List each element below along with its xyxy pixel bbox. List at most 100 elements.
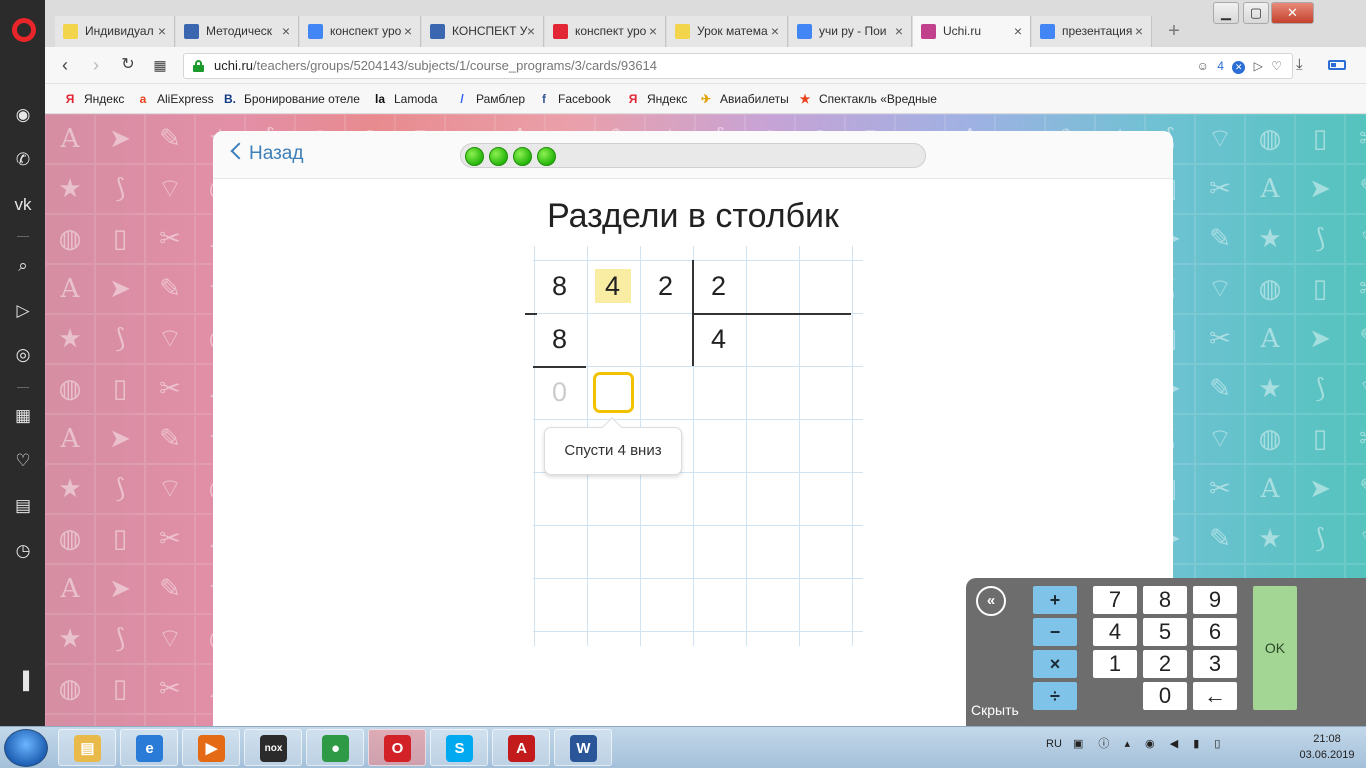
tab-close-icon[interactable]: × bbox=[404, 16, 412, 47]
reload-button[interactable]: ↻ bbox=[117, 55, 139, 77]
key-5[interactable]: 5 bbox=[1143, 618, 1187, 646]
vpn-icon[interactable]: ☺ bbox=[1197, 54, 1209, 78]
back-nav-button[interactable]: ‹ bbox=[54, 55, 76, 77]
speed-dial-button[interactable]: ▦ bbox=[149, 55, 171, 77]
taskbar-opera-button[interactable]: O bbox=[368, 729, 426, 766]
tab-close-icon[interactable]: × bbox=[649, 16, 657, 47]
tab-close-icon[interactable]: × bbox=[1135, 16, 1143, 47]
vk-icon[interactable]: vk bbox=[12, 194, 34, 216]
language-indicator[interactable]: RU bbox=[1046, 738, 1062, 750]
camera-icon[interactable]: ◎ bbox=[12, 344, 34, 366]
browser-tab[interactable]: конспект уро × bbox=[300, 16, 421, 47]
search-icon[interactable]: ⌕ bbox=[12, 255, 34, 277]
browser-tab[interactable]: Uchi.ru × bbox=[913, 16, 1031, 47]
bookmark-item[interactable]: a AliExpress bbox=[135, 89, 214, 109]
key-backspace[interactable]: ← bbox=[1193, 682, 1237, 710]
key-minus[interactable]: − bbox=[1033, 618, 1077, 646]
taskbar-chrome-button[interactable]: ● bbox=[306, 729, 364, 766]
taskbar-internet-explorer-button[interactable]: e bbox=[120, 729, 178, 766]
bookmark-item[interactable]: Я Яндекс bbox=[62, 89, 125, 109]
speed-dial-icon[interactable]: ▦ bbox=[12, 405, 34, 427]
bookmark-item[interactable]: B. Бронирование отеле bbox=[222, 89, 360, 109]
bookmark-item[interactable]: ✈ Авиабилеты bbox=[698, 89, 789, 109]
pattern-decoration-icon: A bbox=[45, 414, 95, 464]
browser-tab[interactable]: конспект уро × bbox=[545, 16, 666, 47]
heart-icon[interactable]: ♡ bbox=[12, 450, 34, 472]
tab-close-icon[interactable]: × bbox=[527, 16, 535, 47]
history-icon[interactable]: ◷ bbox=[12, 540, 34, 562]
forward-nav-button[interactable]: › bbox=[85, 55, 107, 77]
news-icon[interactable]: ▤ bbox=[12, 495, 34, 517]
sidebar-toggle-icon[interactable]: ▐ bbox=[12, 670, 34, 692]
extension-count[interactable]: 4 bbox=[1217, 54, 1224, 78]
url-input[interactable]: uchi.ru/teachers/groups/5204143/subjects… bbox=[183, 53, 1293, 79]
browser-tab[interactable]: КОНСПЕКТ У × bbox=[422, 16, 544, 47]
key-8[interactable]: 8 bbox=[1143, 586, 1187, 614]
bookmark-label: AliExpress bbox=[157, 92, 214, 106]
send-icon[interactable]: ▷ bbox=[12, 300, 34, 322]
tab-close-icon[interactable]: × bbox=[895, 16, 903, 47]
battery-saver-icon[interactable] bbox=[1328, 60, 1346, 70]
whatsapp-icon[interactable]: ✆ bbox=[12, 149, 34, 171]
share-icon[interactable]: ▷ bbox=[1254, 54, 1263, 78]
heart-bookmark-icon[interactable]: ♡ bbox=[1271, 54, 1282, 78]
bookmarks-bar: Я Яндекс a AliExpress B. Бронирование отеле la… bbox=[45, 84, 1366, 114]
download-icon[interactable]: ⤓ bbox=[1296, 56, 1303, 73]
tab-close-icon[interactable]: × bbox=[282, 16, 290, 47]
taskbar-acrobat-button[interactable]: A bbox=[492, 729, 550, 766]
tab-close-icon[interactable]: × bbox=[1014, 16, 1022, 47]
messenger-icon[interactable]: ◉ bbox=[12, 104, 34, 126]
hide-keypad-button[interactable]: Скрыть bbox=[971, 702, 1019, 718]
new-tab-button[interactable]: + bbox=[1161, 18, 1187, 44]
back-button[interactable]: Назад bbox=[230, 142, 303, 165]
key-7[interactable]: 7 bbox=[1093, 586, 1137, 614]
browser-tab[interactable]: презентация × bbox=[1032, 16, 1152, 47]
pattern-decoration-icon: ▯ bbox=[95, 364, 145, 414]
pattern-decoration-icon: ✂ bbox=[1195, 464, 1245, 514]
opera-icon: O bbox=[384, 735, 411, 762]
bookmark-item[interactable]: / Рамблер bbox=[454, 89, 525, 109]
taskbar-media-player-button[interactable]: ▶ bbox=[182, 729, 240, 766]
pattern-decoration-icon: ✂ bbox=[1345, 114, 1366, 164]
key-1[interactable]: 1 bbox=[1093, 650, 1137, 678]
tab-close-icon[interactable]: × bbox=[771, 16, 779, 47]
collapse-keypad-icon[interactable]: « bbox=[976, 586, 1006, 616]
clock[interactable]: 21:08 03.06.2019 bbox=[1292, 731, 1362, 763]
browser-tab[interactable]: Методическ × bbox=[176, 16, 299, 47]
key-6[interactable]: 6 bbox=[1193, 618, 1237, 646]
key-2[interactable]: 2 bbox=[1143, 650, 1187, 678]
adblock-shield-icon[interactable]: ✕ bbox=[1232, 61, 1246, 74]
start-button[interactable] bbox=[4, 729, 48, 767]
browser-tab[interactable]: Урок матема × bbox=[667, 16, 788, 47]
browser-tab[interactable]: учи ру - Пои × bbox=[789, 16, 912, 47]
tray-icons[interactable]: ▣ ⓘ ▴ ◉ ◀ ▮ ▯ bbox=[1073, 738, 1226, 750]
tab-label: Урок матема bbox=[697, 24, 768, 38]
key-0[interactable]: 0 bbox=[1143, 682, 1187, 710]
key-plus[interactable]: + bbox=[1033, 586, 1077, 614]
key-divide[interactable]: ÷ bbox=[1033, 682, 1077, 710]
opera-logo-icon[interactable] bbox=[12, 18, 36, 42]
bookmark-item[interactable]: la Lamoda bbox=[372, 89, 437, 109]
taskbar-skype-button[interactable]: S bbox=[430, 729, 488, 766]
bookmark-item[interactable]: Я Яндекс bbox=[625, 89, 688, 109]
ok-button[interactable]: OK bbox=[1253, 586, 1297, 710]
taskbar-explorer-button[interactable]: ▤ bbox=[58, 729, 116, 766]
aliexpress-icon: a bbox=[139, 92, 147, 106]
bookmark-item[interactable]: f Facebook bbox=[536, 89, 611, 109]
close-window-button[interactable]: ✕ bbox=[1271, 2, 1314, 24]
tab-close-icon[interactable]: × bbox=[158, 16, 166, 47]
media-player-icon: ▶ bbox=[198, 735, 225, 762]
key-3[interactable]: 3 bbox=[1193, 650, 1237, 678]
answer-input-cell[interactable] bbox=[593, 372, 634, 413]
browser-tab[interactable]: Индивидуал × bbox=[55, 16, 175, 47]
maximize-button[interactable]: ▢ bbox=[1243, 2, 1269, 24]
taskbar-nox-button[interactable]: nox bbox=[244, 729, 302, 766]
bookmark-item[interactable]: ★ Спектакль «Вредные bbox=[797, 89, 937, 109]
pattern-decoration-icon: ➤ bbox=[95, 114, 145, 164]
minimize-button[interactable]: ▁ bbox=[1213, 2, 1239, 24]
key-4[interactable]: 4 bbox=[1093, 618, 1137, 646]
key-9[interactable]: 9 bbox=[1193, 586, 1237, 614]
key-multiply[interactable]: × bbox=[1033, 650, 1077, 678]
taskbar-word-button[interactable]: W bbox=[554, 729, 612, 766]
pattern-decoration-icon: ➤ bbox=[95, 564, 145, 614]
